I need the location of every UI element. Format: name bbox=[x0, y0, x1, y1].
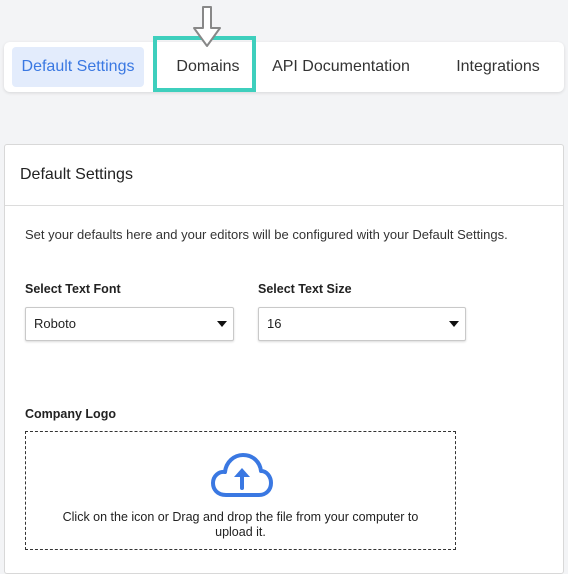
tab-default-settings[interactable]: Default Settings bbox=[12, 47, 144, 87]
cloud-upload-icon[interactable] bbox=[211, 452, 273, 498]
card-title: Default Settings bbox=[5, 145, 563, 206]
font-select-value: Roboto bbox=[34, 316, 76, 331]
size-select[interactable]: 16 bbox=[258, 307, 466, 341]
tab-api-documentation[interactable]: API Documentation bbox=[266, 47, 416, 87]
tab-bar: Default Settings Domains API Documentati… bbox=[4, 42, 564, 92]
pointer-arrow-icon bbox=[193, 6, 221, 47]
chevron-down-icon bbox=[449, 321, 459, 327]
size-select-value: 16 bbox=[267, 316, 282, 331]
intro-text: Set your defaults here and your editors … bbox=[25, 227, 508, 242]
chevron-down-icon bbox=[217, 321, 227, 327]
default-settings-card: Default Settings Set your defaults here … bbox=[4, 144, 564, 574]
logo-dropzone[interactable]: Click on the icon or Drag and drop the f… bbox=[25, 431, 456, 550]
dropzone-hint: Click on the icon or Drag and drop the f… bbox=[62, 510, 419, 539]
font-field-label: Select Text Font bbox=[25, 282, 121, 296]
size-field-label: Select Text Size bbox=[258, 282, 352, 296]
font-select[interactable]: Roboto bbox=[25, 307, 234, 341]
company-logo-label: Company Logo bbox=[25, 407, 116, 421]
tab-integrations[interactable]: Integrations bbox=[444, 47, 552, 87]
